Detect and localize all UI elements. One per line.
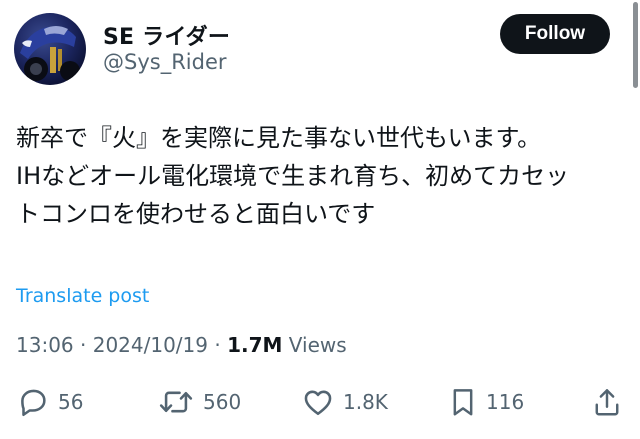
like-button[interactable]: 1.8K — [301, 380, 388, 424]
tweet-meta: 13:06 · 2024/10/19 · 1.7M Views — [16, 333, 347, 357]
display-name[interactable]: SE ライダー — [103, 19, 230, 51]
tweet-text: 新卒で『火』を実際に見た事ない世代もいます。 IHなどオール電化環境で生まれ育ち… — [16, 119, 616, 233]
action-bar: 56 560 1.8K 116 — [0, 380, 640, 424]
repost-icon — [159, 391, 193, 413]
share-icon — [595, 389, 619, 416]
tweet-line: 新卒で『火』を実際に見た事ない世代もいます。 — [16, 124, 542, 152]
bookmark-count: 116 — [486, 390, 525, 414]
follow-button[interactable]: Follow — [500, 14, 610, 54]
scrollbar-thumb[interactable] — [633, 2, 638, 88]
bookmark-button[interactable]: 116 — [448, 380, 524, 424]
reply-button[interactable]: 56 — [16, 380, 83, 424]
tweet-line: トコンロを使わせると面白いです — [16, 200, 376, 228]
like-count: 1.8K — [343, 390, 388, 414]
meta-separator: · — [214, 333, 221, 357]
user-handle[interactable]: @Sys_Rider — [103, 50, 227, 74]
translate-post-link[interactable]: Translate post — [16, 285, 149, 307]
meta-separator: · — [80, 333, 87, 357]
tweet-line: IHなどオール電化環境で生まれ育ち、初めてカセッ — [16, 162, 570, 190]
reply-count: 56 — [58, 390, 84, 414]
motorcycle-image — [20, 26, 80, 81]
tweet-date[interactable]: 2024/10/19 — [93, 333, 208, 357]
views-label: Views — [288, 333, 347, 357]
reply-icon — [21, 389, 46, 417]
avatar[interactable] — [14, 13, 86, 85]
scrollbar[interactable] — [630, 0, 640, 92]
views-count[interactable]: 1.7M — [227, 333, 282, 357]
share-button[interactable] — [592, 380, 622, 424]
heart-icon — [304, 390, 332, 416]
repost-count: 560 — [203, 390, 242, 414]
tweet-time[interactable]: 13:06 — [16, 333, 74, 357]
bookmark-icon — [453, 389, 473, 416]
repost-button[interactable]: 560 — [157, 380, 241, 424]
